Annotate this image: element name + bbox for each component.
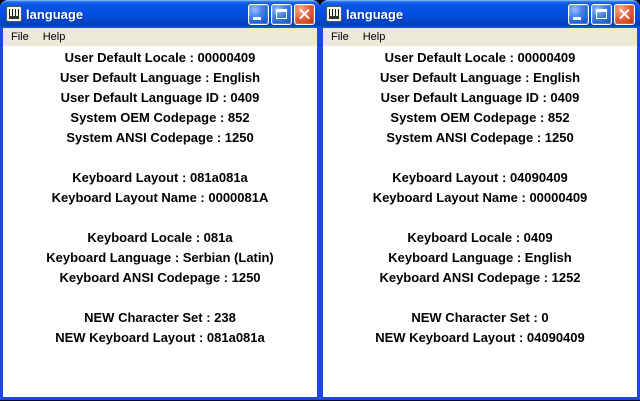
info-line: Keyboard Locale : 0409 <box>407 230 553 245</box>
info-line: User Default Language ID : 0409 <box>380 90 580 105</box>
info-line: System OEM Codepage : 852 <box>390 110 570 125</box>
menubar: File Help <box>3 28 317 46</box>
keyboard-app-icon[interactable] <box>326 6 342 22</box>
maximize-icon <box>596 8 607 19</box>
info-group: NEW Character Set : 238 NEW Keyboard Layo… <box>3 308 317 348</box>
info-line: User Default Locale : 00000409 <box>64 50 256 65</box>
language-window-right: language File Help User Default Locale :… <box>320 0 640 400</box>
info-line: Keyboard Layout : 081a081a <box>72 170 248 185</box>
maximize-icon <box>276 8 287 19</box>
info-line: System OEM Codepage : 852 <box>70 110 250 125</box>
close-button[interactable] <box>294 3 315 25</box>
info-group: User Default Locale : 00000409 User Defau… <box>323 48 637 148</box>
info-line: Keyboard Locale : 081a <box>87 230 233 245</box>
info-line: System ANSI Codepage : 1250 <box>386 130 574 145</box>
minimize-icon <box>253 16 261 20</box>
window-title: language <box>346 6 404 22</box>
info-line: NEW Keyboard Layout : 04090409 <box>375 330 585 345</box>
close-button[interactable] <box>614 3 635 25</box>
menu-help[interactable]: Help <box>36 30 73 45</box>
info-line: Keyboard Layout Name : 0000081A <box>51 190 269 205</box>
info-line: System ANSI Codepage : 1250 <box>66 130 254 145</box>
info-line: NEW Character Set : 0 <box>411 310 549 325</box>
info-line: User Default Language ID : 0409 <box>60 90 260 105</box>
titlebar[interactable]: language <box>320 0 640 28</box>
info-group: NEW Character Set : 0 NEW Keyboard Layout… <box>323 308 637 348</box>
window-controls <box>248 3 315 25</box>
titlebar[interactable]: language <box>0 0 320 28</box>
minimize-button[interactable] <box>248 3 269 25</box>
menu-help[interactable]: Help <box>356 30 393 45</box>
menu-file[interactable]: File <box>324 30 356 45</box>
info-group: Keyboard Layout : 081a081a Keyboard Layou… <box>3 168 317 208</box>
menubar: File Help <box>323 28 637 46</box>
minimize-button[interactable] <box>568 3 589 25</box>
menu-file[interactable]: File <box>4 30 36 45</box>
window-title: language <box>26 6 84 22</box>
language-window-left: language File Help User Default Locale :… <box>0 0 320 400</box>
info-line: User Default Locale : 00000409 <box>384 50 576 65</box>
info-line: Keyboard Layout Name : 00000409 <box>372 190 588 205</box>
window-frame: File Help User Default Locale : 00000409… <box>3 28 317 397</box>
info-line: Keyboard Layout : 04090409 <box>392 170 568 185</box>
info-line: Keyboard ANSI Codepage : 1252 <box>379 270 581 285</box>
window-frame: File Help User Default Locale : 00000409… <box>323 28 637 397</box>
minimize-icon <box>573 16 581 20</box>
info-group: User Default Locale : 00000409 User Defau… <box>3 48 317 148</box>
maximize-button[interactable] <box>591 3 612 25</box>
info-line: Keyboard ANSI Codepage : 1250 <box>59 270 261 285</box>
close-icon <box>615 5 634 24</box>
info-group: Keyboard Locale : 081a Keyboard Language … <box>3 228 317 288</box>
info-line: Keyboard Language : English <box>388 250 572 265</box>
close-icon <box>295 5 314 24</box>
info-line: User Default Language : English <box>59 70 261 85</box>
info-line: User Default Language : English <box>379 70 581 85</box>
locale-info-panel: User Default Locale : 00000409 User Defau… <box>3 46 317 397</box>
info-line: Keyboard Language : Serbian (Latin) <box>46 250 274 265</box>
info-line: NEW Keyboard Layout : 081a081a <box>55 330 265 345</box>
info-line: NEW Character Set : 238 <box>84 310 236 325</box>
keyboard-app-icon[interactable] <box>6 6 22 22</box>
window-controls <box>568 3 635 25</box>
info-group: Keyboard Locale : 0409 Keyboard Language … <box>323 228 637 288</box>
locale-info-panel: User Default Locale : 00000409 User Defau… <box>323 46 637 397</box>
info-group: Keyboard Layout : 04090409 Keyboard Layou… <box>323 168 637 208</box>
desktop: { "colors": { "window_border": "#1E46E2"… <box>0 0 640 401</box>
maximize-button[interactable] <box>271 3 292 25</box>
